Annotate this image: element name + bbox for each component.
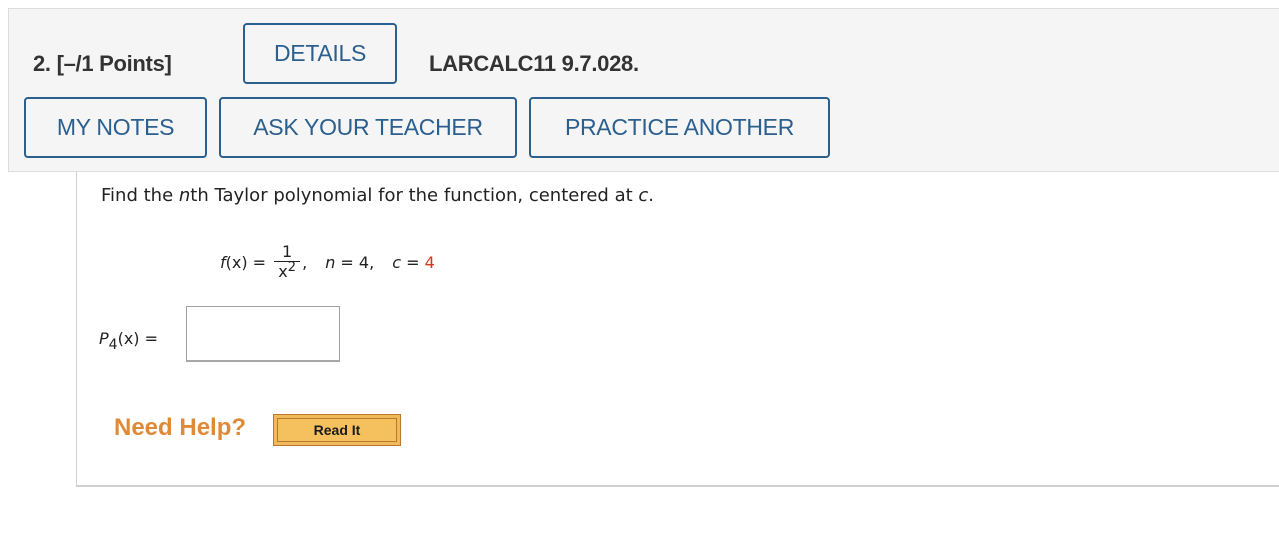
answer-input[interactable]: [186, 306, 340, 362]
answer-label: P4(x) =: [99, 329, 159, 352]
c-variable: c: [392, 252, 401, 272]
question-prompt: Find the nth Taylor polynomial for the f…: [101, 185, 654, 206]
polynomial-degree: 4: [108, 337, 118, 353]
n-value: = 4,: [340, 252, 375, 272]
fraction-denominator: x2: [278, 259, 296, 282]
question-number-points: 2. [–/1 Points]: [33, 51, 172, 77]
ask-your-teacher-button[interactable]: ASK YOUR TEACHER: [219, 97, 517, 158]
function-definition: f (x) = 1 x2 , n = 4, c = 4: [220, 232, 435, 292]
read-it-button[interactable]: Read It: [273, 414, 401, 446]
problem-code: LARCALC11 9.7.028.: [429, 51, 639, 76]
separator: ,: [302, 252, 308, 272]
details-button[interactable]: DETAILS: [243, 23, 397, 84]
need-help-label: Need Help?: [114, 414, 247, 441]
function-argument: (x) =: [225, 252, 267, 272]
polynomial-argument: (x) =: [117, 329, 159, 348]
variable-c: c: [638, 185, 649, 206]
question-points: [–/1 Points]: [56, 51, 172, 76]
c-equals: =: [406, 252, 420, 272]
c-value: 4: [424, 252, 435, 272]
question-body: Find the nth Taylor polynomial for the f…: [76, 172, 1279, 487]
denominator-base: x: [278, 261, 288, 281]
n-variable: n: [325, 252, 336, 272]
question-header: 2. [–/1 Points] DETAILS LARCALC11 9.7.02…: [8, 8, 1279, 172]
denominator-exponent: 2: [287, 259, 296, 275]
polynomial-symbol: P: [99, 329, 109, 348]
question-number: 2.: [33, 51, 51, 76]
prompt-text: th Taylor polynomial for the function, c…: [190, 185, 639, 206]
prompt-text: Find the: [101, 185, 179, 206]
practice-another-button[interactable]: PRACTICE ANOTHER: [529, 97, 830, 158]
fraction-numerator: 1: [282, 241, 293, 261]
variable-n: n: [178, 185, 191, 206]
my-notes-button[interactable]: MY NOTES: [24, 97, 207, 158]
prompt-text: .: [648, 185, 655, 206]
fraction: 1 x2: [274, 241, 301, 282]
read-it-label: Read It: [277, 418, 397, 442]
